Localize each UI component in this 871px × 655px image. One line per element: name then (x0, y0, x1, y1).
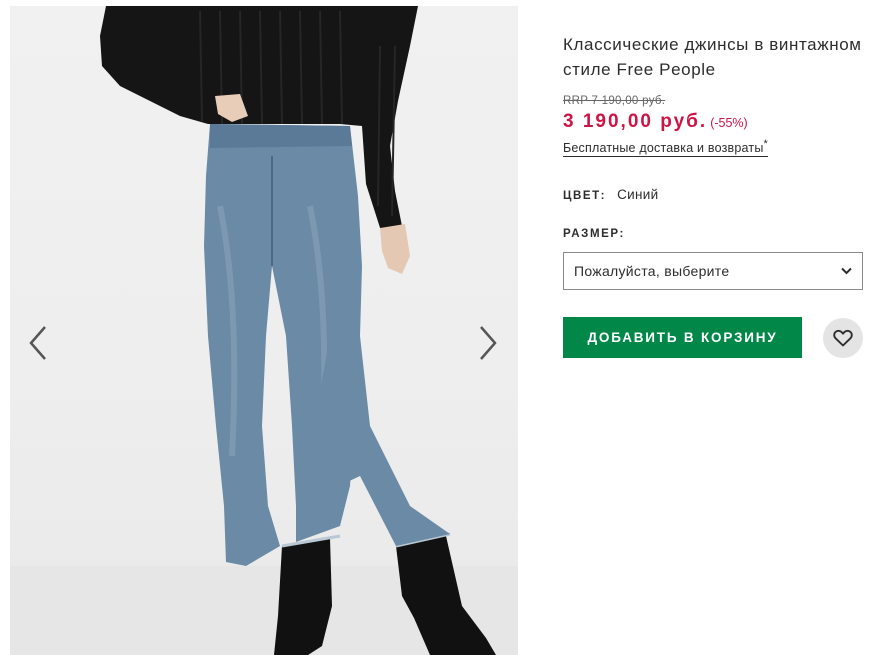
chevron-right-icon (480, 326, 497, 360)
size-label: РАЗМЕР: (563, 228, 625, 241)
product-title: Классические джинсы в винтажном стиле Fr… (563, 35, 862, 79)
previous-image-button[interactable] (18, 318, 58, 368)
next-image-button[interactable] (468, 318, 508, 368)
size-dropdown[interactable]: Пожалуйста, выберите (563, 252, 863, 291)
chevron-left-icon (29, 326, 46, 360)
purchase-actions: ДОБАВИТЬ В КОРЗИНУ (563, 317, 863, 359)
color-row: ЦВЕТ: Синий (563, 187, 863, 202)
rrp-price: RRP 7 190,00 руб. (563, 95, 666, 107)
chevron-down-icon (841, 267, 852, 275)
delivery-asterisk: * (763, 138, 768, 150)
price-row: 3 190,00 руб. (-55%) (563, 111, 863, 133)
product-image-gallery[interactable] (10, 6, 518, 655)
color-value: Синий (617, 187, 659, 203)
current-price: 3 190,00 руб. (563, 111, 708, 132)
discount-badge: (-55%) (710, 116, 748, 130)
color-label: ЦВЕТ: (563, 190, 607, 203)
save-for-later-button[interactable] (823, 317, 863, 358)
product-info-panel: Классические джинсы в винтажном стиле Fr… (563, 32, 863, 359)
size-dropdown-value: Пожалуйста, выберите (574, 263, 730, 280)
free-delivery-link[interactable]: Бесплатные доставка и возвраты* (563, 138, 768, 158)
heart-icon (833, 329, 853, 347)
free-delivery-label: Бесплатные доставка и возвраты (563, 141, 764, 156)
product-photo (10, 6, 518, 655)
add-to-bag-button[interactable]: ДОБАВИТЬ В КОРЗИНУ (563, 317, 802, 359)
